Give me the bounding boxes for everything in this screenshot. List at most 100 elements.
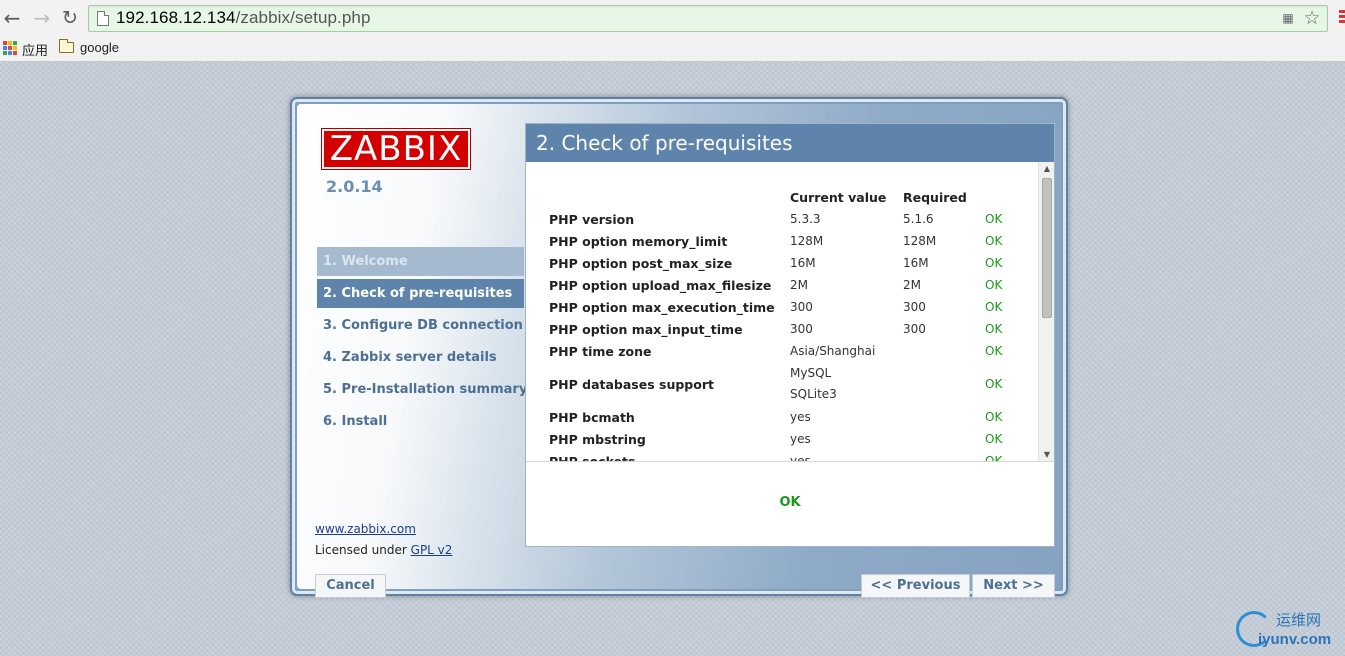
cancel-button[interactable]: Cancel <box>315 574 386 598</box>
content-panel: 2. Check of pre-requisites Current value… <box>525 123 1055 547</box>
browser-menu-icon[interactable] <box>1339 10 1345 24</box>
step-welcome: 1. Welcome <box>317 247 524 276</box>
check-result: OK <box>985 256 1003 270</box>
check-result: OK <box>985 212 1003 226</box>
current-value: 5.3.3 <box>790 212 821 226</box>
watermark-en-text: iyunv.com <box>1258 631 1332 648</box>
required-value: 300 <box>903 322 926 336</box>
license-text: Licensed under <box>315 543 411 557</box>
current-value: yes <box>790 410 811 424</box>
requirement-name: PHP version <box>549 211 635 227</box>
step-check-prerequisites: 2. Check of pre-requisites <box>317 279 524 308</box>
zabbix-site-link[interactable]: www.zabbix.com <box>315 522 416 536</box>
requirement-name: PHP option memory_limit <box>549 233 728 249</box>
current-value-line: MySQL <box>790 366 832 380</box>
table-header-row: Current value Required <box>546 186 1025 208</box>
column-header-required: Required <box>903 189 967 205</box>
column-header-result <box>985 186 1025 208</box>
address-bar[interactable]: 192.168.12.134/zabbix/setup.php ▦ ☆ <box>88 5 1328 32</box>
zabbix-logo: ZABBIX <box>321 128 471 170</box>
check-result: OK <box>985 322 1003 336</box>
requirements-table: Current value Required PHP version 5.3.3… <box>546 186 1025 462</box>
requirements-scroll-area[interactable]: Current value Required PHP version 5.3.3… <box>526 162 1054 462</box>
current-value: 2M <box>790 278 808 292</box>
gpl-link[interactable]: GPL v2 <box>411 543 453 557</box>
requirement-name: PHP bcmath <box>549 409 635 425</box>
table-row: PHP option memory_limit 128M 128M OK <box>546 230 1025 252</box>
table-row: PHP mbstring yes OK <box>546 428 1025 450</box>
current-value: yes <box>790 432 811 446</box>
scroll-up-arrow-icon[interactable]: ▲ <box>1039 162 1054 176</box>
check-result: OK <box>985 377 1003 391</box>
check-result: OK <box>985 278 1003 292</box>
table-row: PHP sockets yes OK <box>546 450 1025 462</box>
check-result: OK <box>985 410 1003 424</box>
bookmark-star-icon[interactable]: ☆ <box>1303 9 1321 28</box>
requirement-name: PHP mbstring <box>549 431 646 447</box>
column-header-current: Current value <box>790 189 887 205</box>
requirement-name: PHP time zone <box>549 343 652 359</box>
watermark-cn-text: 运维网 <box>1276 611 1322 629</box>
folder-icon <box>58 39 74 53</box>
requirement-name: PHP sockets <box>549 453 636 462</box>
requirement-name: PHP option upload_max_filesize <box>549 277 772 293</box>
current-value: Asia/Shanghai <box>790 344 876 358</box>
table-row: PHP bcmath yes OK <box>546 406 1025 428</box>
current-value: yes <box>790 454 811 462</box>
current-value-line: SQLite3 <box>790 387 837 401</box>
current-value: 16M <box>790 256 816 270</box>
bookmark-google[interactable]: google <box>80 40 119 55</box>
table-row: PHP option max_input_time 300 300 OK <box>546 318 1025 340</box>
required-value: 300 <box>903 300 926 314</box>
check-result: OK <box>985 432 1003 446</box>
column-header-name <box>546 186 790 208</box>
vertical-scrollbar[interactable]: ▲ ▼ <box>1038 162 1054 461</box>
required-value: 16M <box>903 256 929 270</box>
check-result: OK <box>985 454 1003 462</box>
required-value: 5.1.6 <box>903 212 934 226</box>
url-text[interactable]: 192.168.12.134/zabbix/setup.php <box>116 8 371 28</box>
overall-status: OK <box>779 495 801 510</box>
scroll-down-arrow-icon[interactable]: ▼ <box>1039 448 1054 461</box>
panel-title: 2. Check of pre-requisites <box>526 124 1054 162</box>
requirement-name: PHP option max_execution_time <box>549 299 775 315</box>
requirement-name: PHP databases support <box>549 376 714 392</box>
required-value <box>903 450 985 461</box>
required-value: 2M <box>903 278 921 292</box>
apps-grid-icon[interactable] <box>3 41 17 55</box>
table-row: PHP option post_max_size 16M 16M OK <box>546 252 1025 274</box>
requirement-name: PHP option max_input_time <box>549 321 743 337</box>
step-install: 6. Install <box>323 414 388 429</box>
footer-links: www.zabbix.com Licensed under GPL v2 <box>315 519 452 561</box>
bookmark-apps[interactable]: 应用 <box>22 40 48 59</box>
required-value <box>903 362 985 406</box>
required-value <box>903 406 985 428</box>
reload-icon[interactable]: ↻ <box>58 6 82 30</box>
bookmarks-bar: 应用 google <box>0 36 1345 62</box>
current-value: 128M <box>790 234 824 248</box>
page-icon <box>97 11 109 26</box>
required-value <box>903 340 985 362</box>
setup-dialog: ZABBIX 2.0.14 1. Welcome 2. Check of pre… <box>290 97 1068 598</box>
requirement-name: PHP option post_max_size <box>549 255 733 271</box>
back-arrow-icon[interactable]: ← <box>0 6 24 30</box>
forward-arrow-icon[interactable]: → <box>30 6 54 30</box>
setup-dialog-body: ZABBIX 2.0.14 1. Welcome 2. Check of pre… <box>297 104 1061 598</box>
translate-icon[interactable]: ▦ <box>1279 9 1297 27</box>
watermark: 运维网 iyunv.com <box>1236 607 1340 651</box>
next-button[interactable]: Next >> <box>972 574 1055 598</box>
current-value: MySQL SQLite3 <box>790 362 903 406</box>
url-host: 192.168.12.134 <box>116 8 236 27</box>
browser-toolbar: ← → ↻ 192.168.12.134/zabbix/setup.php ▦ … <box>0 0 1345 36</box>
table-row: PHP option max_execution_time 300 300 OK <box>546 296 1025 318</box>
table-row: PHP version 5.3.3 5.1.6 OK <box>546 208 1025 230</box>
scrollbar-thumb[interactable] <box>1042 178 1052 318</box>
required-value <box>903 428 985 450</box>
table-row: PHP databases support MySQL SQLite3 OK <box>546 362 1025 406</box>
previous-button[interactable]: << Previous <box>861 574 970 598</box>
current-value: 300 <box>790 322 813 336</box>
setup-steps: 1. Welcome 2. Check of pre-requisites 3.… <box>317 247 527 439</box>
check-result: OK <box>985 234 1003 248</box>
check-result: OK <box>985 344 1003 358</box>
required-value: 128M <box>903 234 937 248</box>
